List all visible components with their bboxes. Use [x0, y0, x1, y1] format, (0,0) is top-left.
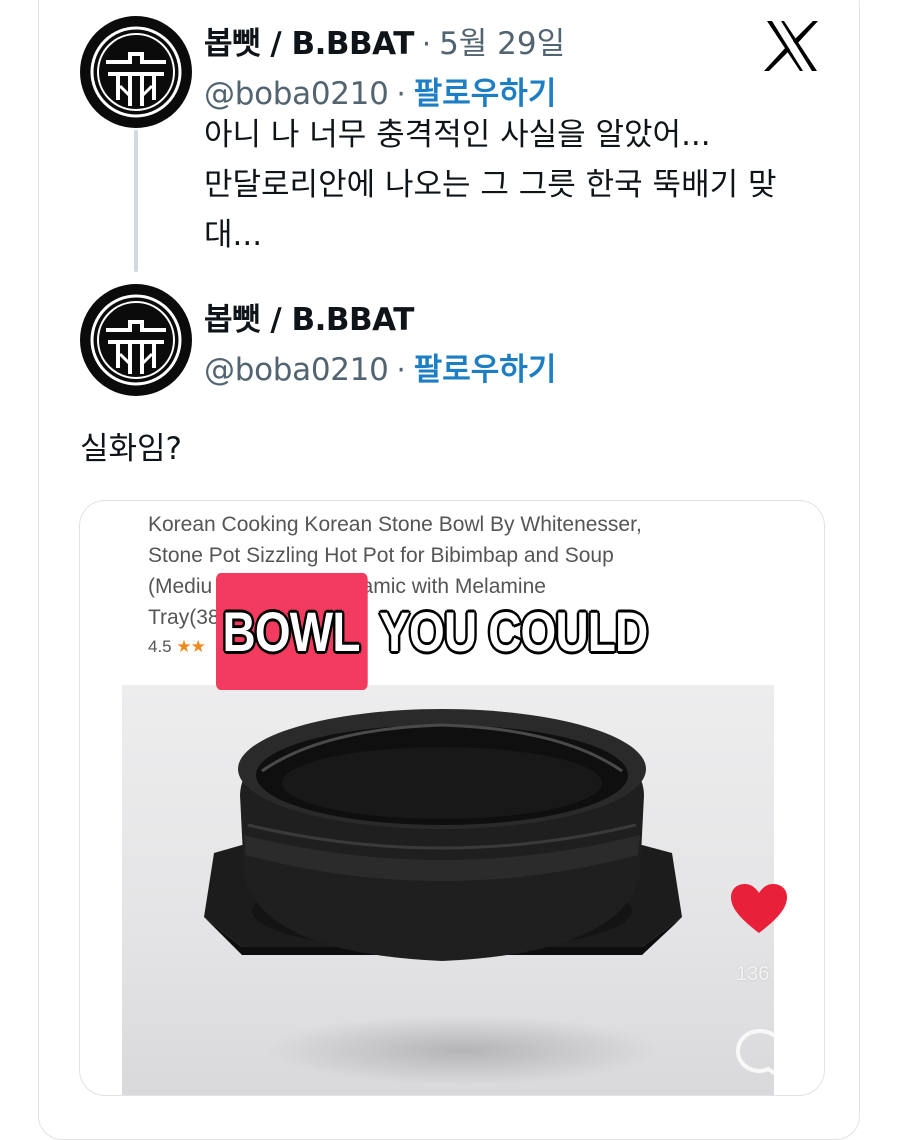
- tweet-header: 봅뺏 / B.BBAT: [204, 294, 414, 339]
- display-name[interactable]: 봅뺏 / B.BBAT: [204, 18, 414, 63]
- product-photo: [122, 685, 774, 1095]
- user-handle[interactable]: @boba0210: [204, 76, 389, 112]
- caption-highlight: BOWL: [216, 572, 368, 690]
- follow-button[interactable]: 팔로우하기: [414, 344, 557, 389]
- rating-value: 4.5: [148, 637, 172, 656]
- tweet-header: 봅뺏 / B.BBAT · 5월 29일: [204, 18, 565, 63]
- mandalorian-logo-icon: [82, 286, 190, 394]
- thread-connector: [134, 130, 138, 272]
- product-title-line: Korean Cooking Korean Stone Bowl By Whit…: [148, 513, 642, 536]
- product-title-line: Stone Pot Sizzling Hot Pot for Bibimbap …: [148, 544, 614, 567]
- handle-line: @boba0210 · 팔로우하기: [204, 344, 556, 389]
- heart-icon[interactable]: [730, 883, 788, 935]
- rating-stars-icon: ★★: [176, 637, 206, 656]
- video-caption: BOWL YOU COULD: [216, 572, 648, 690]
- comment-icon[interactable]: [732, 1025, 788, 1081]
- display-name[interactable]: 봅뺏 / B.BBAT: [204, 294, 414, 339]
- stone-bowl-image: [204, 709, 682, 961]
- tweet-date[interactable]: 5월 29일: [439, 18, 565, 63]
- product-rating: 4.5 ★★: [148, 637, 206, 657]
- like-count: 136: [736, 963, 770, 985]
- caption-text: YOU COULD: [379, 599, 648, 663]
- handle-line: @boba0210 · 팔로우하기: [204, 68, 556, 113]
- separator-dot: ·: [421, 27, 432, 61]
- avatar[interactable]: [80, 16, 192, 128]
- tweet-text-line: 대...: [204, 217, 263, 253]
- tweet-text-line: 아니 나 너무 충격적인 사실을 알았어...: [204, 117, 711, 153]
- user-handle[interactable]: @boba0210: [204, 352, 389, 388]
- follow-button[interactable]: 팔로우하기: [414, 68, 557, 113]
- tweet-text-line: 만달로리안에 나오는 그 그릇 한국 뚝배기 맞: [204, 167, 777, 203]
- avatar[interactable]: [80, 284, 192, 396]
- separator-dot: ·: [396, 353, 406, 387]
- tweet-media[interactable]: Korean Cooking Korean Stone Bowl By Whit…: [79, 500, 825, 1096]
- tweet-text: 아니 나 너무 충격적인 사실을 알았어... 만달로리안에 나오는 그 그릇 …: [204, 110, 776, 260]
- x-logo-icon[interactable]: [764, 20, 820, 72]
- tweet-text: 실화임?: [80, 431, 183, 467]
- mandalorian-logo-icon: [82, 18, 190, 126]
- separator-dot: ·: [396, 77, 406, 111]
